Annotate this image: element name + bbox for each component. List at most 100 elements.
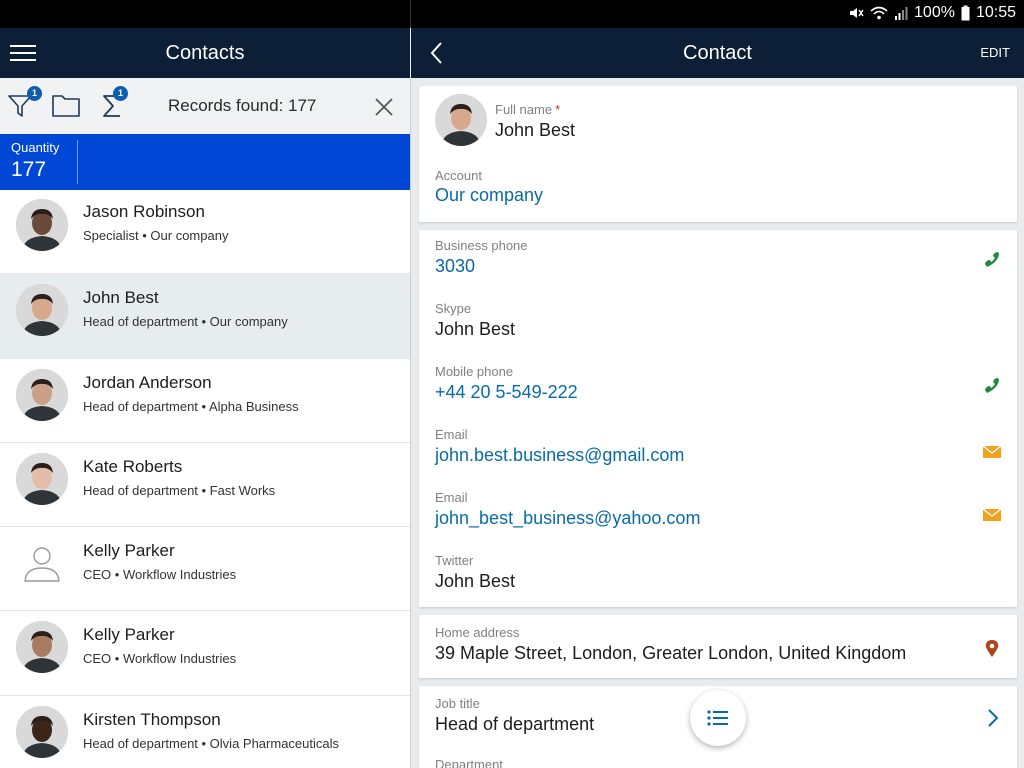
full-name-label: Full name * <box>495 102 560 117</box>
home-address-value[interactable]: 39 Maple Street, London, Greater London,… <box>435 643 906 664</box>
business-phone-value[interactable]: 3030 <box>435 256 475 277</box>
location-pin-icon[interactable] <box>981 639 1003 659</box>
list-toolbar: 1 1 Records found: 177 <box>0 78 410 134</box>
mobile-phone-value[interactable]: +44 20 5-549-222 <box>435 382 578 403</box>
contact-subtitle: CEO • Workflow Industries <box>83 567 237 583</box>
contact-photo <box>435 94 487 146</box>
contact-subtitle: Specialist • Our company <box>83 228 229 243</box>
department-label: Department <box>435 757 503 768</box>
contact-name: Jason Robinson <box>83 202 205 221</box>
phone-icon[interactable] <box>981 376 1003 396</box>
email-icon[interactable] <box>981 505 1003 525</box>
folder-icon <box>52 95 80 117</box>
list-icon <box>707 710 728 726</box>
contact-list: Jason Robinson Specialist • Our company … <box>0 190 410 768</box>
menu-button[interactable] <box>10 42 36 64</box>
mobile-phone-label: Mobile phone <box>435 364 514 379</box>
twitter-label: Twitter <box>435 553 474 568</box>
email-label: Email <box>435 427 468 442</box>
contact-subtitle: Head of department • Our company <box>83 314 288 330</box>
home-address-label: Home address <box>435 625 520 640</box>
contact-subtitle: Head of department • Fast Works <box>83 482 276 498</box>
twitter-value[interactable]: John Best <box>435 571 515 592</box>
contact-row-selected[interactable]: John Best Head of department • Our compa… <box>0 274 410 359</box>
contact-app-bar: Contact EDIT <box>411 28 1024 78</box>
name-card: Full name * John Best Account Our company <box>419 86 1017 222</box>
business-phone-label: Business phone <box>435 238 528 253</box>
contact-row[interactable]: Kelly Parker CEO • Workflow Industries <box>0 527 410 612</box>
contact-name: Jordan Anderson <box>83 372 212 392</box>
skype-value[interactable]: John Best <box>435 319 515 340</box>
signal-icon <box>895 7 908 20</box>
email-value[interactable]: john_best_business@yahoo.com <box>435 508 700 529</box>
back-button[interactable] <box>427 40 451 66</box>
summary-divider <box>77 140 78 184</box>
contact-subtitle: Head of department • Olvia Pharmaceutica… <box>83 735 340 751</box>
contact-subtitle: CEO • Workflow Industries <box>83 651 237 667</box>
chevron-left-icon <box>430 42 442 64</box>
job-title-label: Job title <box>435 696 480 711</box>
mute-icon <box>850 8 864 18</box>
avatar <box>16 284 68 337</box>
close-search-button[interactable] <box>372 95 396 119</box>
contacts-title: Contacts <box>165 42 245 64</box>
contact-name: Kelly Parker <box>83 625 175 645</box>
quantity-label: Quantity <box>11 140 60 155</box>
contact-name: Kelly Parker <box>83 541 175 561</box>
contact-row[interactable]: Jason Robinson Specialist • Our company <box>0 190 410 275</box>
contact-subtitle: Head of department • Alpha Business <box>83 398 299 414</box>
contact-detail-pane: Full name * John Best Account Our company… <box>411 78 1024 768</box>
contact-row[interactable]: Kelly Parker CEO • Workflow Industries <box>0 611 410 696</box>
contact-title: Contact <box>683 42 752 64</box>
battery-icon <box>961 5 970 21</box>
records-found: Records found: 177 <box>168 96 317 115</box>
clock: 10:55 <box>975 4 1016 21</box>
communication-card: Business phone 3030 Skype John Best Mobi… <box>419 230 1017 607</box>
required-marker: * <box>555 102 561 117</box>
contact-row[interactable]: Kate Roberts Head of department • Fast W… <box>0 442 410 528</box>
avatar <box>16 452 68 505</box>
status-bar-divider <box>410 0 411 28</box>
summary-bar[interactable]: Quantity 177 <box>0 134 410 190</box>
avatar <box>16 621 68 674</box>
status-icons: 100% 10:55 <box>848 4 1016 22</box>
skype-label: Skype <box>435 301 472 316</box>
full-name-value[interactable]: John Best <box>495 120 575 141</box>
avatar <box>16 537 68 590</box>
email-value[interactable]: john.best.business@gmail.com <box>435 445 684 466</box>
job-title-value[interactable]: Head of department <box>435 714 594 735</box>
quantity-value: 177 <box>11 158 47 181</box>
email-label: Email <box>435 490 468 505</box>
chevron-right-icon[interactable] <box>981 708 1003 728</box>
close-icon <box>375 98 393 116</box>
contact-name: Kirsten Thompson <box>83 709 221 729</box>
wifi-icon <box>870 6 888 20</box>
hamburger-line <box>10 52 36 54</box>
full-name-label-text: Full name <box>495 102 553 117</box>
battery-percent: 100% <box>914 4 955 21</box>
contact-row[interactable]: Jordan Anderson Head of department • Alp… <box>0 358 410 443</box>
hamburger-line <box>10 59 36 61</box>
filter-button[interactable]: 1 <box>6 86 42 122</box>
hamburger-line <box>10 45 36 47</box>
status-bar: 100% 10:55 <box>0 0 1024 28</box>
contact-name: Kate Roberts <box>83 456 183 476</box>
folder-button[interactable] <box>50 90 84 122</box>
phone-icon[interactable] <box>981 250 1003 270</box>
summary-badge: 1 <box>113 86 128 101</box>
summary-button[interactable]: 1 <box>98 86 132 122</box>
avatar <box>16 199 68 251</box>
edit-button[interactable]: EDIT <box>980 45 1010 60</box>
account-link[interactable]: Our company <box>435 185 543 206</box>
filter-badge: 1 <box>27 86 42 101</box>
email-icon[interactable] <box>981 442 1003 462</box>
address-card: Home address 39 Maple Street, London, Gr… <box>419 615 1017 678</box>
list-menu-fab[interactable] <box>690 690 746 746</box>
avatar <box>16 368 68 421</box>
account-label: Account <box>435 168 482 183</box>
avatar <box>16 705 68 758</box>
contacts-app-bar: Contacts <box>0 28 410 78</box>
contacts-pane: 1 1 Records found: 177 Quantity 177 Jaso… <box>0 78 410 768</box>
contact-name: John Best <box>83 288 159 308</box>
contact-row[interactable]: Kirsten Thompson Head of department • Ol… <box>0 695 410 768</box>
